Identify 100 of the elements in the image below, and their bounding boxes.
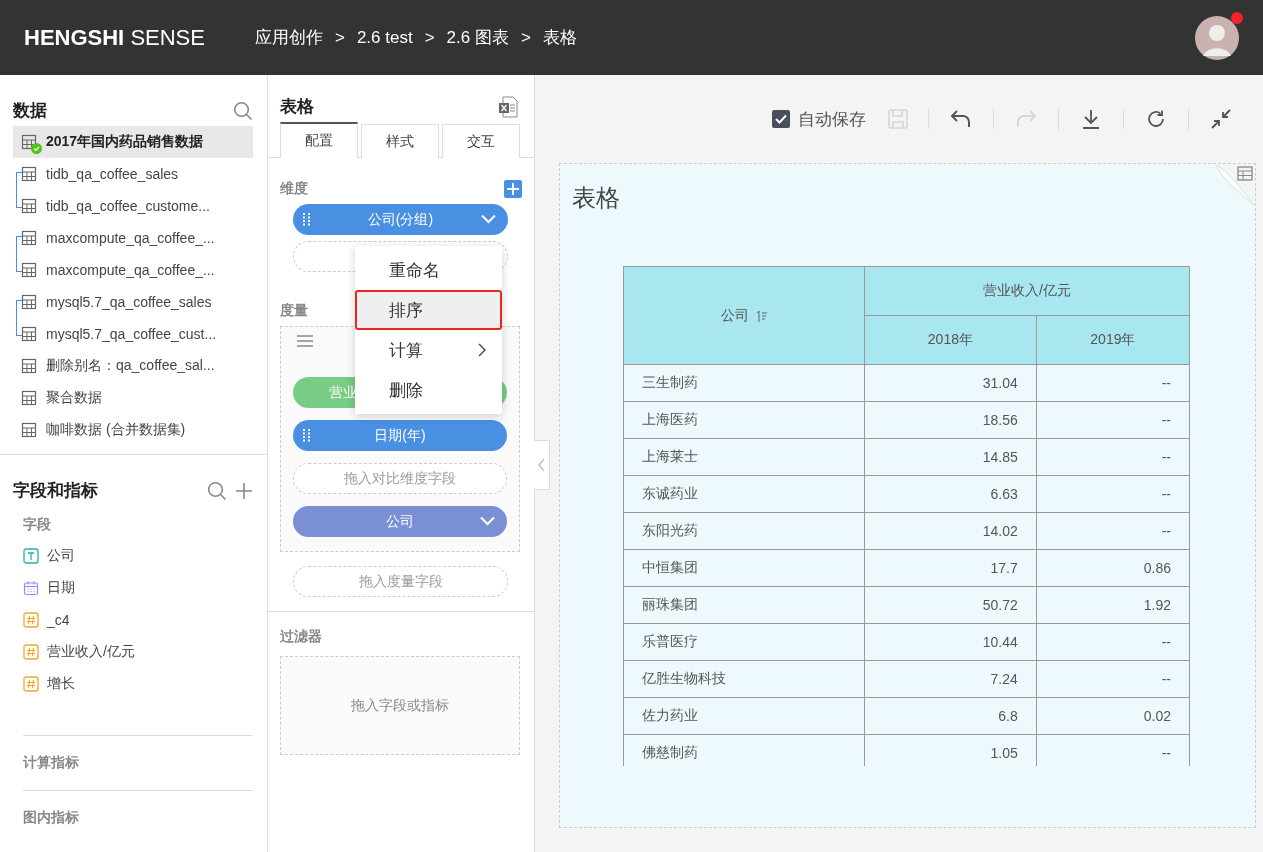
breadcrumb-separator: > [520,27,531,48]
field-item[interactable]: 日期 [13,572,253,604]
tab[interactable]: 样式 [361,124,439,158]
download-icon[interactable] [1081,108,1101,130]
menu-icon[interactable] [297,335,313,347]
menu-item[interactable]: 计算 [355,330,502,370]
breadcrumb-separator: > [334,27,345,48]
table-cell: 中恒集团 [623,549,865,587]
table-cell: 6.63 [864,475,1037,513]
field-item[interactable]: 营业收入/亿元 [13,636,253,668]
table-cell: -- [1036,401,1190,439]
column-header[interactable]: 公司 [721,306,749,325]
drop-zone: 拖入对比维度字段 [293,463,507,494]
tab[interactable]: 配置 [280,122,358,158]
chart-title: 表格 [572,183,620,213]
excel-export-icon[interactable] [498,95,518,118]
number-type-icon [23,612,39,628]
breadcrumb-item[interactable]: 2.6 图表 [446,26,509,49]
table-cell: 佛慈制药 [623,734,865,766]
table-cell: 0.02 [1036,697,1190,735]
app-logo[interactable]: HENGSHI SENSE [24,24,205,51]
table-cell: 50.72 [864,586,1037,624]
dataset-item[interactable]: 2017年国内药品销售数据 [13,126,253,158]
table-cell: 乐普医疗 [623,623,865,661]
section-label: 字段 [22,515,52,534]
pill-label: 公司(分组) [367,210,434,229]
add-button[interactable] [504,180,522,198]
section-label[interactable]: 图内指标 [23,809,79,825]
table-icon [21,390,37,406]
dataset-item[interactable]: mysql5.7_qa_coffee_sales [13,286,253,318]
autosave-checkbox[interactable] [772,110,790,128]
table-cell: 东阳光药 [623,512,865,550]
menu-item[interactable]: 排序 [355,290,502,330]
search-icon[interactable] [207,480,227,501]
table-cell: -- [1036,512,1190,550]
calendar-icon [23,580,39,596]
table-icon [21,198,37,214]
column-header: 2019年 [1036,315,1190,365]
tab[interactable]: 交互 [442,124,520,158]
column-header: 营业收入/亿元 [864,266,1190,316]
section-label[interactable]: 计算指标 [23,754,79,770]
dataset-item[interactable]: 聚合数据 [13,382,253,414]
table-cell: 1.92 [1036,586,1190,624]
panel-title: 表格 [280,96,314,118]
table-cell: 31.04 [864,364,1037,402]
table-cell: 6.8 [864,697,1037,735]
table-cell: 三生制药 [623,364,865,402]
table-settings-icon[interactable] [1212,163,1256,207]
breadcrumb-separator: > [424,27,435,48]
panel-title: 数据 [13,100,47,122]
chevron-down-icon[interactable] [480,516,495,526]
dataset-item[interactable]: mysql5.7_qa_coffee_cust... [13,318,253,350]
dataset-item[interactable]: maxcompute_qa_coffee_... [13,222,253,254]
dataset-item[interactable]: tidb_qa_coffee_sales [13,158,253,190]
chevron-left-icon [538,458,545,472]
table-icon [21,230,37,246]
search-icon[interactable] [233,100,253,121]
table-icon [21,294,37,310]
table-icon [21,422,37,438]
table-cell: 上海莱士 [623,438,865,476]
text-type-icon [23,548,39,564]
breadcrumb-item[interactable]: 应用创作 [254,26,323,49]
table-cell: -- [1036,475,1190,513]
table-cell: 10.44 [864,623,1037,661]
table-cell: 0.86 [1036,549,1190,587]
table-cell: 上海医药 [623,401,865,439]
collapse-icon[interactable] [1210,108,1232,130]
table-cell: -- [1036,660,1190,698]
chevron-down-icon[interactable] [481,214,496,224]
dataset-item[interactable]: tidb_qa_coffee_custome... [13,190,253,222]
table-cell: -- [1036,364,1190,402]
add-icon[interactable] [235,481,253,500]
drag-handle-icon[interactable] [303,429,311,442]
table-cell: 亿胜生物科技 [623,660,865,698]
table-cell: -- [1036,438,1190,476]
column-header: 2018年 [864,315,1037,365]
breadcrumb-item[interactable]: 2.6 test [356,27,413,48]
dataset-item[interactable]: maxcompute_qa_coffee_... [13,254,253,286]
table-cell: 14.85 [864,438,1037,476]
autosave-label: 自动保存 [798,108,866,131]
drag-handle-icon[interactable] [303,213,311,226]
menu-item[interactable]: 重命名 [355,250,502,290]
field-item[interactable]: 增长 [13,668,253,700]
collapse-handle[interactable] [534,440,550,490]
field-item[interactable]: _c4 [13,604,253,636]
dataset-item[interactable]: 咖啡数据 (合并数据集) [13,414,253,446]
check-badge-icon [31,143,42,154]
add-icon [507,183,519,195]
dataset-item[interactable]: 删除别名：qa_coffee_sal... [13,350,253,382]
number-type-icon [23,676,39,692]
refresh-icon[interactable] [1146,109,1166,129]
undo-icon[interactable] [950,109,972,129]
sort-icon[interactable] [757,309,767,322]
field-item[interactable]: 公司 [13,540,253,572]
avatar[interactable] [1195,15,1239,60]
menu-item[interactable]: 删除 [355,370,502,410]
section-label: 度量 [280,302,308,320]
pill-label: 日期(年) [374,426,426,445]
table-cell: 14.02 [864,512,1037,550]
table-icon [21,358,37,374]
